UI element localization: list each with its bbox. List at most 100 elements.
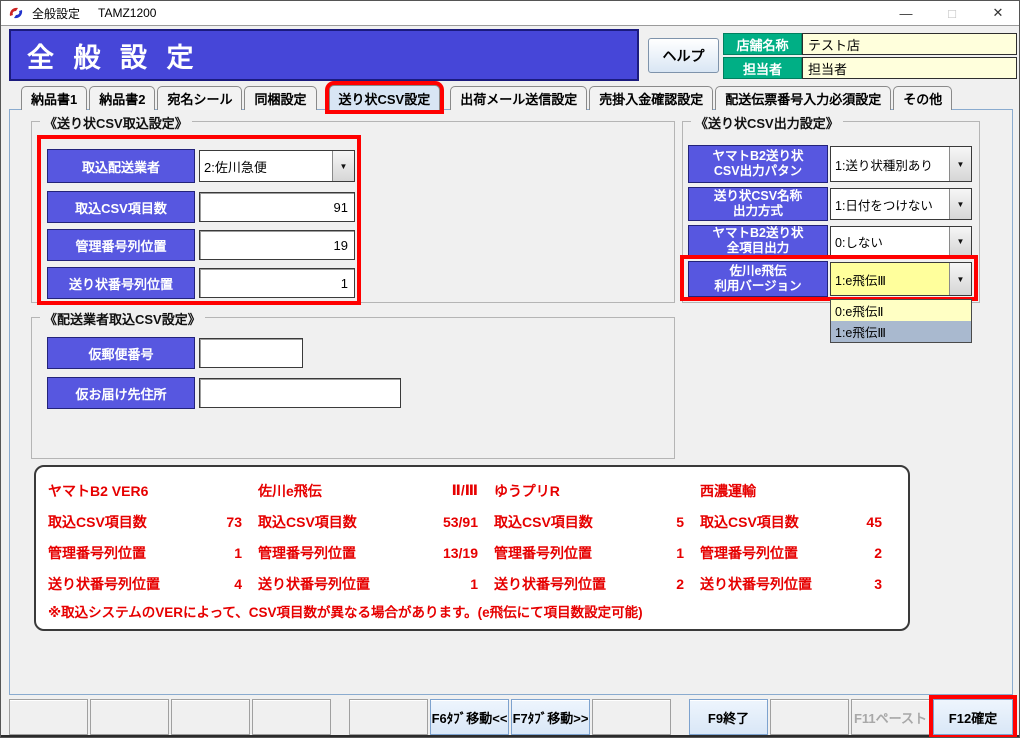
cell-value: 45 [866,514,890,530]
sagawa-ehiden-version-label-line1: 佐川e飛伝 [730,264,787,279]
sagawa-ehiden-version-value: 1:e飛伝Ⅲ [831,263,949,295]
tab-bundle-settings[interactable]: 同梱設定 [244,86,316,110]
yamato-b2-pattern-value: 1:送り状種別あり [831,147,949,181]
maximize-icon: □ [929,1,975,25]
cell-value: 1 [470,576,486,592]
csv-name-format-label-line2: 出力方式 [733,204,783,219]
fn-button-3[interactable] [171,699,250,735]
row-label: 管理番号列位置 [258,543,356,563]
cell-value: 53/91 [443,514,486,530]
fn-button-1[interactable] [9,699,88,735]
yamato-b2-all-items-value: 0:しない [831,227,949,255]
cell-value: 2 [676,576,692,592]
yamato-b2-all-items-combo[interactable]: 0:しない ▼ [830,226,972,256]
row-label: 送り状番号列位置 [494,574,606,594]
staff-value[interactable]: 担当者 [802,57,1017,79]
carrier-reference-table: ヤマトB2 VER6 佐川e飛伝Ⅱ/Ⅲ ゆうプリR 西濃運輸 取込CSV項目数7… [34,465,910,631]
table-header-value: Ⅱ/Ⅲ [452,482,486,499]
row-label: 送り状番号列位置 [700,574,812,594]
close-icon[interactable]: ✕ [975,1,1020,25]
sagawa-ehiden-version-combo[interactable]: 1:e飛伝Ⅲ ▼ [830,262,972,296]
row-label: 取込CSV項目数 [700,512,799,532]
yamato-b2-pattern-label-line2: CSV出力パタン [714,164,802,179]
minimize-icon[interactable]: — [883,1,929,25]
chevron-down-icon[interactable]: ▼ [949,227,971,255]
import-carrier-label: 取込配送業者 [47,149,195,183]
chevron-down-icon[interactable]: ▼ [949,263,971,295]
table-note: ※取込システムのVERによって、CSV項目数が異なる場合があります。(e飛伝にて… [48,601,896,621]
cell-value: 4 [234,576,250,592]
dropdown-option[interactable]: 0:e飛伝Ⅱ [831,300,971,321]
temp-address-input[interactable] [199,378,401,408]
tab-slip-number-required-settings[interactable]: 配送伝票番号入力必須設定 [715,86,891,110]
cell-value: 3 [874,576,890,592]
tab-others[interactable]: その他 [893,86,952,110]
sagawa-ehiden-version-label-line2: 利用バージョン [714,279,801,294]
chevron-down-icon[interactable]: ▼ [332,151,354,181]
fn-button-4[interactable] [252,699,331,735]
import-csv-count-label: 取込CSV項目数 [47,191,195,223]
fn-button-5[interactable] [349,699,428,735]
yamato-b2-all-items-label-line1: ヤマトB2送り状 [713,226,804,241]
mgmt-number-pos-input[interactable]: 19 [199,230,355,260]
store-name-value[interactable]: テスト店 [802,33,1017,55]
csv-name-format-value: 1:日付をつけない [831,189,949,219]
import-carrier-combo[interactable]: 2:佐川急便 ▼ [199,150,355,182]
tab-receivable-confirm-settings[interactable]: 売掛入金確認設定 [589,86,713,110]
f11-paste-button: F11ペースト [851,699,930,735]
cell-value: 5 [676,514,692,530]
tab-address-seal[interactable]: 宛名シール [157,86,242,110]
sagawa-ehiden-version-label: 佐川e飛伝 利用バージョン [688,261,828,297]
yamato-b2-pattern-label: ヤマトB2送り状 CSV出力パタン [688,145,828,183]
temp-postal-input[interactable] [199,338,303,368]
page-title: 全 般 設 定 [9,29,639,81]
tab-invoice-2[interactable]: 納品書2 [89,86,155,110]
help-button[interactable]: ヘルプ [648,38,719,73]
chevron-down-icon[interactable]: ▼ [949,147,971,181]
import-settings-group-title: 《送り状CSV取込設定》 [40,113,192,132]
cell-value: 1 [676,545,692,561]
table-header: ゆうプリR [494,481,560,501]
table-header: 佐川e飛伝 [258,481,322,501]
f9-exit-button[interactable]: F9終了 [689,699,768,735]
csv-name-format-label-line1: 送り状CSV名称 [714,189,802,204]
fn-button-8[interactable] [592,699,671,735]
f6-tab-prev-button[interactable]: F6ﾀﾌﾞ移動<< [430,699,509,735]
table-header: ヤマトB2 VER6 [48,481,148,501]
export-settings-group-title: 《送り状CSV出力設定》 [691,113,843,132]
csv-name-format-combo[interactable]: 1:日付をつけない ▼ [830,188,972,220]
f7-tab-next-button[interactable]: F7ﾀﾌﾞ移動>> [511,699,590,735]
row-label: 管理番号列位置 [494,543,592,563]
yamato-b2-all-items-label-line2: 全項目出力 [727,241,790,256]
store-name-label: 店舗名称 [723,33,802,55]
dropdown-option-selected[interactable]: 1:e飛伝Ⅲ [831,321,971,342]
cell-value: 2 [874,545,890,561]
fn-button-10[interactable] [770,699,849,735]
f12-confirm-button[interactable]: F12確定 [933,699,1013,735]
window-code: TAMZ1200 [98,6,156,20]
row-label: 管理番号列位置 [48,543,146,563]
row-label: 取込CSV項目数 [48,512,147,532]
table-header: 西濃運輸 [700,481,756,501]
row-label: 取込CSV項目数 [258,512,357,532]
temp-address-label: 仮お届け先住所 [47,377,195,409]
staff-label: 担当者 [723,57,802,79]
mgmt-number-pos-label: 管理番号列位置 [47,229,195,261]
import-carrier-value: 2:佐川急便 [200,151,332,181]
csv-name-format-label: 送り状CSV名称 出力方式 [688,187,828,221]
slip-number-pos-input[interactable]: 1 [199,268,355,298]
window-title: 全般設定 [32,5,80,22]
yamato-b2-all-items-label: ヤマトB2送り状 全項目出力 [688,225,828,257]
tab-shipping-csv-settings[interactable]: 送り状CSV設定 [329,85,441,110]
fn-button-2[interactable] [90,699,169,735]
chevron-down-icon[interactable]: ▼ [949,189,971,219]
carrier-csv-group-title: 《配送業者取込CSV設定》 [40,309,205,328]
tab-shipping-mail-settings[interactable]: 出荷メール送信設定 [450,86,587,110]
tab-invoice-1[interactable]: 納品書1 [21,86,87,110]
import-csv-count-input[interactable]: 91 [199,192,355,222]
row-label: 送り状番号列位置 [48,574,160,594]
cell-value: 13/19 [443,545,486,561]
slip-number-pos-label: 送り状番号列位置 [47,267,195,299]
yamato-b2-pattern-combo[interactable]: 1:送り状種別あり ▼ [830,146,972,182]
general-settings-window: 全般設定 TAMZ1200 — □ ✕ 全 般 設 定 ヘルプ 店舗名称 テスト… [0,0,1020,738]
